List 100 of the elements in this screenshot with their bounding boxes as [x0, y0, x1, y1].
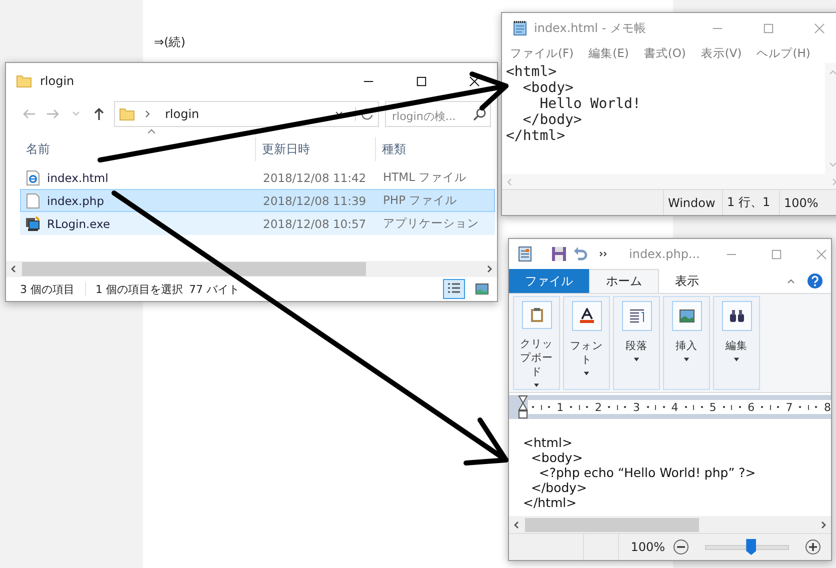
ribbon-group-button[interactable]: 段落 [613, 296, 660, 390]
code-line: <html> [506, 64, 558, 80]
help-icon[interactable] [807, 273, 823, 289]
selection-size: 77 バイト [189, 282, 240, 296]
status-text: Window [663, 190, 722, 215]
ribbon-tab[interactable]: 表示 [659, 269, 715, 293]
ruler[interactable]: 1 2 3 4 5 6 7 8 [509, 395, 831, 419]
collapse-ribbon-icon[interactable] [787, 277, 795, 285]
binoculars-icon [728, 308, 744, 324]
document-line: <?php echo “Hello World! php” ?> [538, 465, 757, 480]
ruler-number: 3 [633, 400, 640, 414]
ruler-number: 6 [748, 400, 755, 414]
selection-info: 1 個の項目を選択 [96, 282, 183, 296]
ruler-number: 4 [671, 400, 678, 414]
folder-icon [16, 73, 32, 89]
file-row[interactable]: RLogin.exe 2018/12/08 10:57 アプリケーション [20, 212, 495, 235]
search-icon [473, 107, 487, 121]
item-count: 3 個の項目 [20, 282, 74, 296]
save-icon[interactable] [551, 246, 567, 262]
code-line: </body> [522, 112, 583, 128]
menu-item[interactable]: 編集(E) [588, 46, 629, 60]
image-icon [475, 282, 489, 296]
file-date: 2018/12/08 11:42 [262, 170, 368, 184]
clipboard-icon [528, 307, 544, 324]
document-line: </html> [523, 495, 578, 510]
file-type: HTML ファイル [382, 170, 468, 185]
file-row[interactable]: index.html 2018/12/08 11:42 HTML ファイル [20, 166, 495, 189]
document-line: </body> [530, 480, 588, 495]
caret-icon [733, 356, 740, 363]
zoom-in-icon[interactable] [805, 539, 821, 555]
ruler-number: 8 [824, 400, 831, 414]
notepad-icon [512, 20, 528, 36]
terminal-app-icon [25, 216, 41, 232]
text-editor[interactable]: <html> <body> Hello World! </body> </html> [502, 63, 825, 174]
web-file-icon [25, 170, 41, 186]
code-line: </html> [506, 128, 566, 144]
window-title: index.php... [629, 247, 700, 261]
window-title: rlogin [40, 74, 74, 88]
menu-item[interactable]: 書式(O) [644, 46, 686, 60]
zoom-reading: 100% [630, 540, 665, 554]
ribbon-group-button[interactable]: 挿入 [663, 296, 710, 390]
window-title: index.html - メモ帳 [534, 20, 646, 36]
document-line: <html> [523, 435, 574, 450]
overflow-icon[interactable] [599, 250, 607, 258]
caret-icon [683, 356, 690, 363]
menu-item[interactable]: 表示(V) [700, 46, 742, 60]
font-color-icon [578, 308, 594, 324]
file-type: PHP ファイル [382, 193, 458, 208]
file-type: アプリケーション [382, 216, 480, 231]
horizontal-scrollbar[interactable] [509, 516, 831, 533]
maximize-icon[interactable] [416, 76, 427, 86]
ruler-number: 5 [709, 400, 716, 414]
file-name: index.php [47, 194, 104, 208]
document-line: <body> [530, 450, 584, 465]
paragraph-icon [628, 308, 644, 324]
undo-icon[interactable] [573, 246, 589, 262]
sort-caret-icon [147, 129, 156, 134]
scroll-left-icon[interactable] [10, 265, 18, 273]
column-header[interactable]: 更新日時 [256, 137, 376, 161]
menu-item[interactable]: ヘルプ(H) [756, 46, 810, 60]
ribbon-group-button[interactable]: フォント [563, 296, 610, 390]
ribbon-group-button[interactable]: 編集 [713, 296, 760, 390]
file-date: 2018/12/08 11:39 [262, 194, 368, 208]
file-icon [25, 192, 41, 208]
document-area[interactable]: <html> <body> <?php echo “Hello World! php” ?> </body> </html> [509, 419, 831, 516]
status-text: 1 行、1 [722, 190, 779, 215]
ruler-number: 2 [594, 400, 602, 414]
file-row[interactable]: index.php 2018/12/08 11:39 PHP ファイル [20, 189, 495, 212]
file-date: 2018/12/08 10:57 [262, 216, 368, 230]
zoom-slider[interactable] [705, 539, 789, 555]
menu-item[interactable]: ファイル(F) [510, 46, 574, 60]
close-icon[interactable] [469, 76, 480, 86]
ruler-number: 7 [786, 400, 793, 414]
ribbon-tab[interactable]: ファイル [509, 269, 589, 293]
indent-marker-icon[interactable] [518, 395, 528, 419]
path-text: rlogin [165, 107, 200, 121]
ribbon-tab[interactable]: ホーム [589, 269, 659, 293]
folder-icon [119, 106, 135, 122]
document-icon [517, 246, 533, 262]
ruler-number: 1 [556, 400, 564, 414]
details-view-button[interactable] [443, 279, 465, 299]
horizontal-scrollbar[interactable] [6, 261, 497, 277]
file-name: index.html [47, 170, 108, 184]
zoom-out-icon[interactable] [673, 539, 689, 555]
code-line: <body> [522, 80, 574, 96]
column-header[interactable]: 種類 [376, 137, 497, 161]
scroll-left-icon[interactable] [513, 520, 521, 528]
page-heading: ⇒(続) [154, 34, 186, 51]
chevron-right-icon [143, 110, 151, 118]
up-arrow-icon[interactable] [92, 107, 106, 121]
zoom-slider-thumb[interactable] [746, 539, 756, 555]
caret-icon [583, 370, 590, 377]
file-name: RLogin.exe [47, 216, 110, 230]
image-icon [678, 308, 694, 324]
caret-icon [633, 356, 640, 363]
scroll-right-icon[interactable] [485, 265, 493, 273]
status-text: 100% [779, 190, 836, 215]
ribbon-group-button[interactable]: クリップボード [513, 296, 560, 390]
column-header[interactable]: 名前 [6, 137, 256, 161]
scroll-right-icon[interactable] [819, 520, 827, 528]
